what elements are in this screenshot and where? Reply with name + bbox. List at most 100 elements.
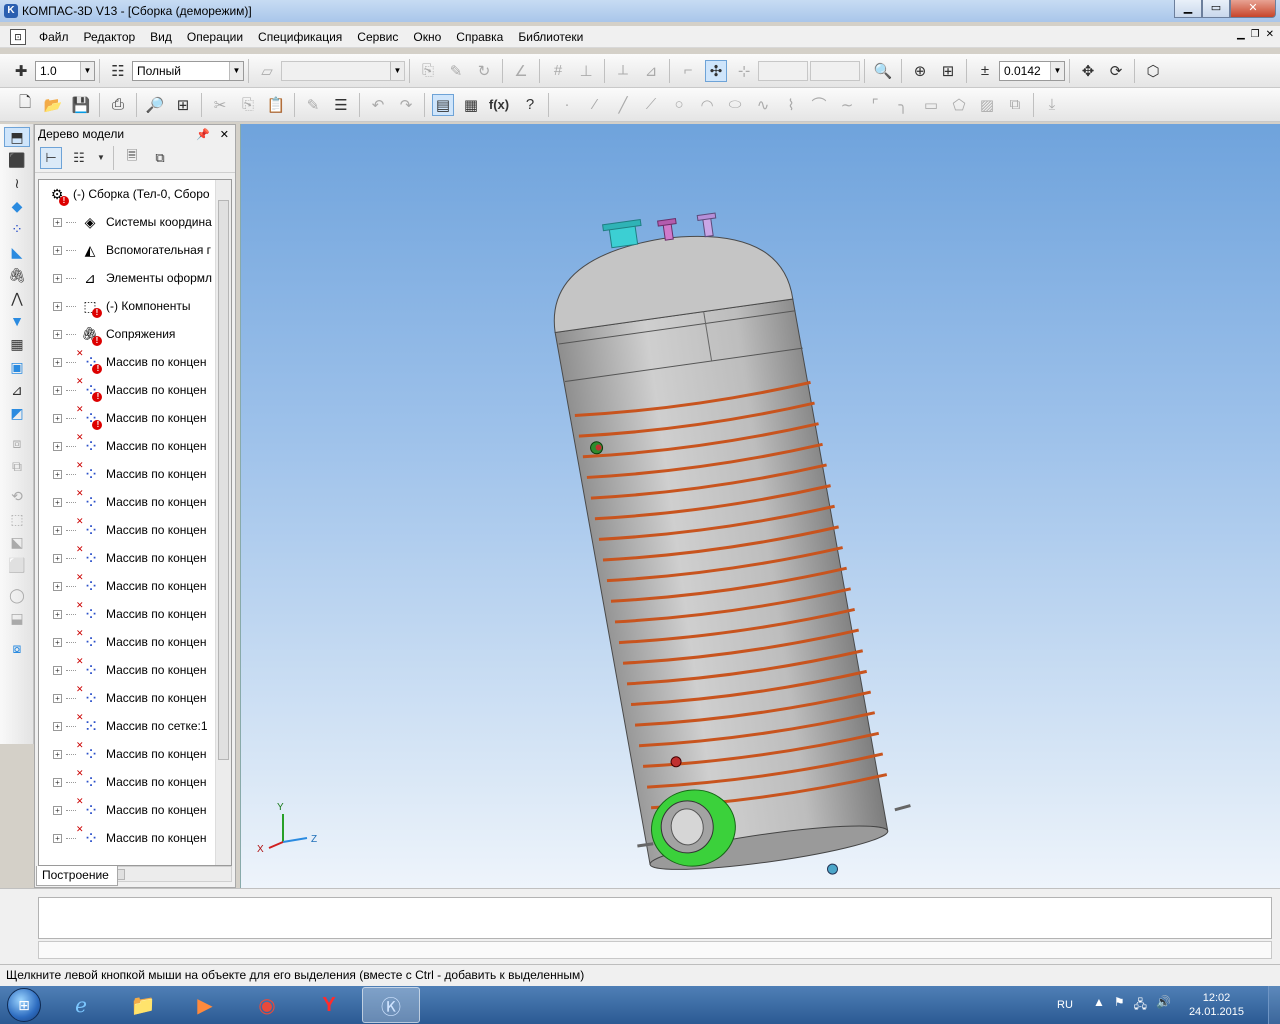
zoom-window-icon[interactable]: 🔍 [872,60,894,82]
explorer-folder-icon[interactable]: 📁 [114,987,172,1023]
chevron-down-icon[interactable]: ▼ [229,61,243,80]
scroll-thumb[interactable] [218,200,229,760]
tree-item[interactable]: + ⁘ Массив по концен [39,740,217,768]
expand-icon[interactable]: + [53,413,62,423]
mates-panel-icon[interactable]: 🖇 [4,265,30,285]
expand-icon[interactable]: + [53,553,62,563]
internet-explorer-icon[interactable]: ℯ [52,987,110,1023]
drawing-elements-icon[interactable]: ⊿ [4,380,30,400]
segment-icon[interactable]: ╱ [612,94,634,116]
3d-viewport[interactable]: Y Z X [240,124,1280,888]
minimize-button[interactable]: ▁ [1174,0,1202,18]
menu-file[interactable]: Файл [32,30,77,44]
open-folder-icon[interactable]: 📂 [42,94,64,116]
tree-document-icon[interactable]: 🗏 [121,147,143,169]
point-icon[interactable]: · [556,94,578,116]
panel-close-icon[interactable]: ✕ [220,128,229,141]
snap-point-icon[interactable]: ✚ [10,60,32,82]
yandex-browser-icon[interactable]: Y [300,987,358,1023]
tree-item[interactable]: + ⁘ Массив по концен [39,656,217,684]
tree-item[interactable]: + ⁘ Массив по концен [39,572,217,600]
tree-item[interactable]: + ⬚! (-) Компоненты [39,292,217,320]
pan-icon[interactable]: ✥ [1077,60,1099,82]
spatial-curves-icon[interactable]: ≀ [4,173,30,193]
kompas-taskbar-icon[interactable]: Ⓚ [362,987,420,1023]
expand-icon[interactable]: + [53,637,62,647]
kompas-app-icon[interactable]: K [4,4,18,18]
properties-list-icon[interactable]: ☰ [330,94,352,116]
tank-model[interactable]: Y Z X [241,124,1280,888]
expand-icon[interactable]: + [53,497,62,507]
tree-item[interactable]: + ⊿ Элементы оформл [39,264,217,292]
revolve-icon[interactable]: ⟲ [4,486,30,506]
nurbs-icon[interactable]: ⌇ [780,94,802,116]
variables-icon[interactable]: f(x) [488,94,510,116]
hatch-icon[interactable]: ▨ [976,94,998,116]
expand-icon[interactable]: + [53,693,62,703]
tree-item[interactable]: + ⁘ Массив по концен [39,544,217,572]
snap-icon[interactable]: ⌐ [677,60,699,82]
expand-icon[interactable]: + [53,385,62,395]
tree-item[interactable]: + 🖇! Сопряжения [39,320,217,348]
chrome-icon[interactable]: ◉ [238,987,296,1023]
zoom-all-icon[interactable]: ⊞ [937,60,959,82]
angle-icon[interactable]: ∠ [510,60,532,82]
tree-item[interactable]: + ⁘! Массив по концен [39,376,217,404]
arrays-icon[interactable]: ⁘ [4,219,30,239]
render-mode-combo[interactable]: Полный ▼ [132,60,244,81]
expand-icon[interactable]: + [53,245,62,255]
language-indicator[interactable]: RU [1057,999,1073,1011]
save-icon[interactable]: 💾 [70,94,92,116]
ellipse-icon[interactable]: ⬭ [724,94,746,116]
tree-item[interactable]: + ⁘ Массив по концен [39,796,217,824]
tree-structure-icon[interactable]: ⊢ [40,146,62,169]
preview-icon[interactable]: 🔎 [144,94,166,116]
cut-extrude-icon[interactable]: ⧉ [4,456,30,476]
tree-item[interactable]: + ⁘ Массив по концен [39,824,217,852]
expand-icon[interactable]: + [53,273,62,283]
wave-icon[interactable]: ∼ [836,94,858,116]
expand-icon[interactable]: + [53,581,62,591]
tree-item[interactable]: + ⁘ Массив по концен [39,516,217,544]
layers-icon[interactable]: ☷ [107,60,129,82]
expand-icon[interactable]: + [53,441,62,451]
print-icon[interactable]: ⎙ [107,94,129,116]
auxiliary-geometry-icon[interactable]: ◣ [4,242,30,262]
tree-item[interactable]: + ⁘ Массив по концен [39,768,217,796]
rib-icon[interactable]: ⬓ [4,608,30,628]
tree-item[interactable]: + ⁘ Массив по концен [39,432,217,460]
copy-icon[interactable]: ⎘ [237,94,259,116]
measure-icon[interactable]: ⋀ [4,288,30,308]
auxiliary-line-icon[interactable]: ⁄ [584,94,606,116]
mdi-minimize-button[interactable]: ▁ [1237,29,1245,40]
expand-icon[interactable]: + [53,469,62,479]
chevron-down-icon[interactable]: ▼ [80,61,94,80]
pin-icon[interactable]: 📌 [196,128,210,141]
chevron-down-icon[interactable]: ▼ [1050,61,1064,80]
start-button[interactable]: ⊞ [0,986,48,1024]
context-help-icon[interactable]: ? [519,94,541,116]
contour-icon[interactable]: ⌒ [808,94,830,116]
media-player-icon[interactable]: ▶ [176,987,234,1023]
menu-specification[interactable]: Спецификация [251,30,350,44]
undo-icon[interactable]: ↶ [367,94,389,116]
zoom-scale-icon[interactable]: ± [974,60,996,82]
orientation-cube-icon[interactable]: ⬡ [1142,60,1164,82]
expand-icon[interactable]: + [53,301,62,311]
extrude-icon[interactable]: ⧈ [4,433,30,453]
network-icon[interactable]: 🖧 [1134,995,1147,1016]
menu-libraries[interactable]: Библиотеки [511,30,591,44]
library-manager-icon[interactable]: ▦ [460,94,482,116]
expand-icon[interactable]: + [53,609,62,619]
shell-icon[interactable]: ⬜ [4,555,30,575]
close-button[interactable]: ✕ [1230,0,1276,18]
menu-view[interactable]: Вид [143,30,180,44]
rectangle-icon[interactable]: ▭ [920,94,942,116]
axis-icon[interactable]: ⊿ [640,60,662,82]
chevron-down-icon[interactable]: ▼ [96,147,106,169]
tree-vertical-scrollbar[interactable] [215,180,231,865]
chamfer-icon[interactable]: ⌜ [864,94,886,116]
sheet-metal-icon[interactable]: ◩ [4,403,30,423]
local-cs-icon[interactable]: ⟂ [612,60,634,82]
coordinates-icon[interactable]: ⊹ [733,60,755,82]
